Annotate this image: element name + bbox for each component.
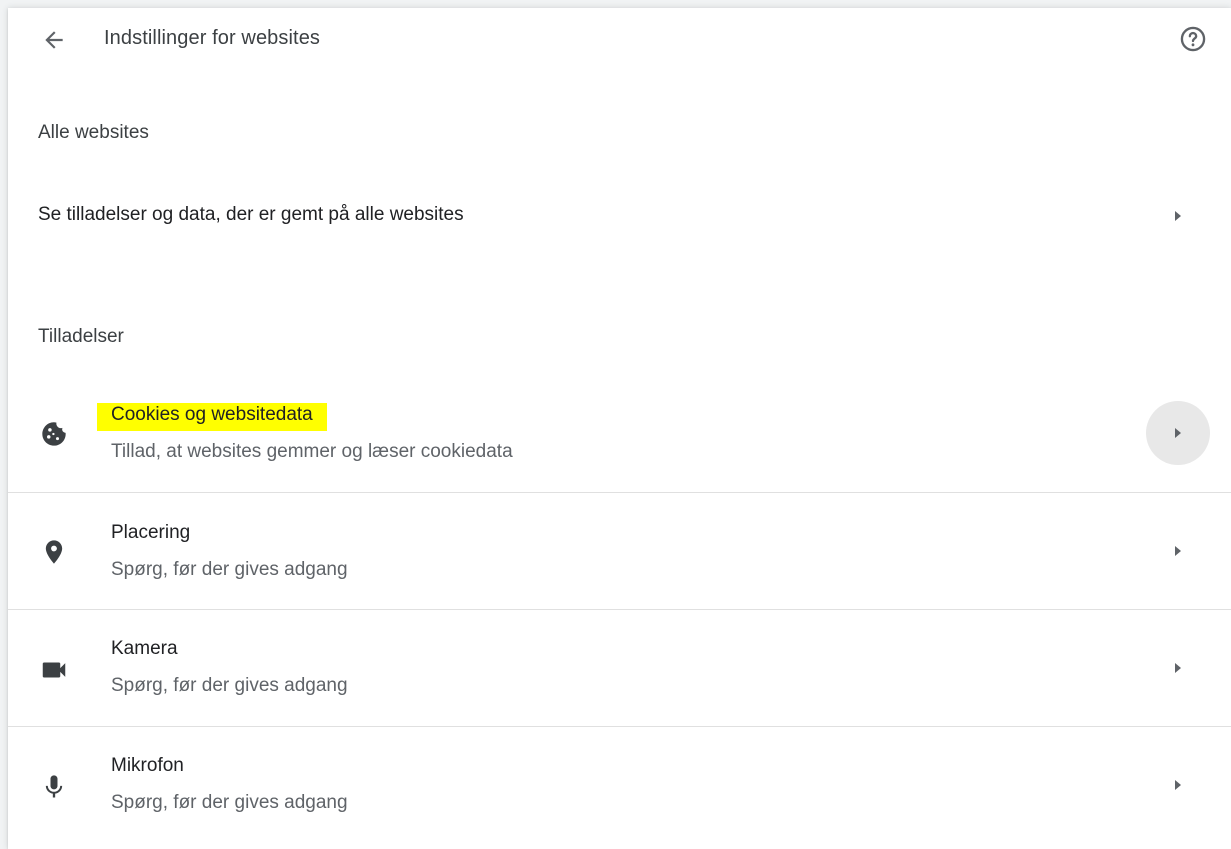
all-sites-arrow-button[interactable] bbox=[1146, 184, 1210, 248]
permission-subtitle-cookies: Tillad, at websites gemmer og læser cook… bbox=[111, 441, 513, 462]
chevron-right-icon bbox=[1175, 780, 1181, 790]
chevron-right-icon bbox=[1175, 428, 1181, 438]
location-pin-icon bbox=[38, 536, 70, 568]
back-button[interactable] bbox=[36, 22, 72, 58]
permission-subtitle-location: Spørg, før der gives adgang bbox=[111, 559, 348, 580]
page-title: Indstillinger for websites bbox=[104, 27, 321, 49]
all-sites-row-label: Se tilladelser og data, der er gemt på a… bbox=[38, 204, 464, 225]
chevron-right-icon bbox=[1175, 663, 1181, 673]
all-sites-section-title: Alle websites bbox=[38, 122, 149, 143]
location-arrow-button[interactable] bbox=[1146, 519, 1210, 583]
site-settings-card: Indstillinger for websites Alle websites… bbox=[8, 8, 1231, 849]
microphone-arrow-button[interactable] bbox=[1146, 753, 1210, 817]
permission-row-microphone[interactable]: Mikrofon Spørg, før der gives adgang bbox=[8, 726, 1231, 843]
cookie-icon bbox=[38, 418, 70, 450]
page-header: Indstillinger for websites bbox=[8, 8, 1231, 70]
permission-row-cookies[interactable]: Cookies og websitedata Tillad, at websit… bbox=[8, 376, 1231, 492]
help-button[interactable] bbox=[1175, 21, 1211, 57]
permission-title-camera: Kamera bbox=[111, 638, 178, 659]
cookies-arrow-button[interactable] bbox=[1146, 401, 1210, 465]
help-circle-icon bbox=[1180, 26, 1206, 52]
all-sites-row[interactable]: Se tilladelser og data, der er gemt på a… bbox=[8, 184, 1231, 248]
permission-subtitle-camera: Spørg, før der gives adgang bbox=[111, 675, 348, 696]
camera-arrow-button[interactable] bbox=[1146, 636, 1210, 700]
permission-title-cookies: Cookies og websitedata bbox=[97, 403, 327, 431]
chevron-right-icon bbox=[1175, 546, 1181, 556]
camera-icon bbox=[38, 654, 70, 686]
chevron-right-icon bbox=[1175, 211, 1181, 221]
microphone-icon bbox=[38, 771, 70, 803]
permission-row-location[interactable]: Placering Spørg, før der gives adgang bbox=[8, 492, 1231, 609]
permission-title-location: Placering bbox=[111, 522, 191, 543]
permission-subtitle-microphone: Spørg, før der gives adgang bbox=[111, 792, 348, 813]
permission-row-camera[interactable]: Kamera Spørg, før der gives adgang bbox=[8, 609, 1231, 726]
arrow-back-icon bbox=[45, 31, 63, 49]
permissions-section-title: Tilladelser bbox=[38, 326, 124, 347]
permission-title-microphone: Mikrofon bbox=[111, 755, 184, 776]
